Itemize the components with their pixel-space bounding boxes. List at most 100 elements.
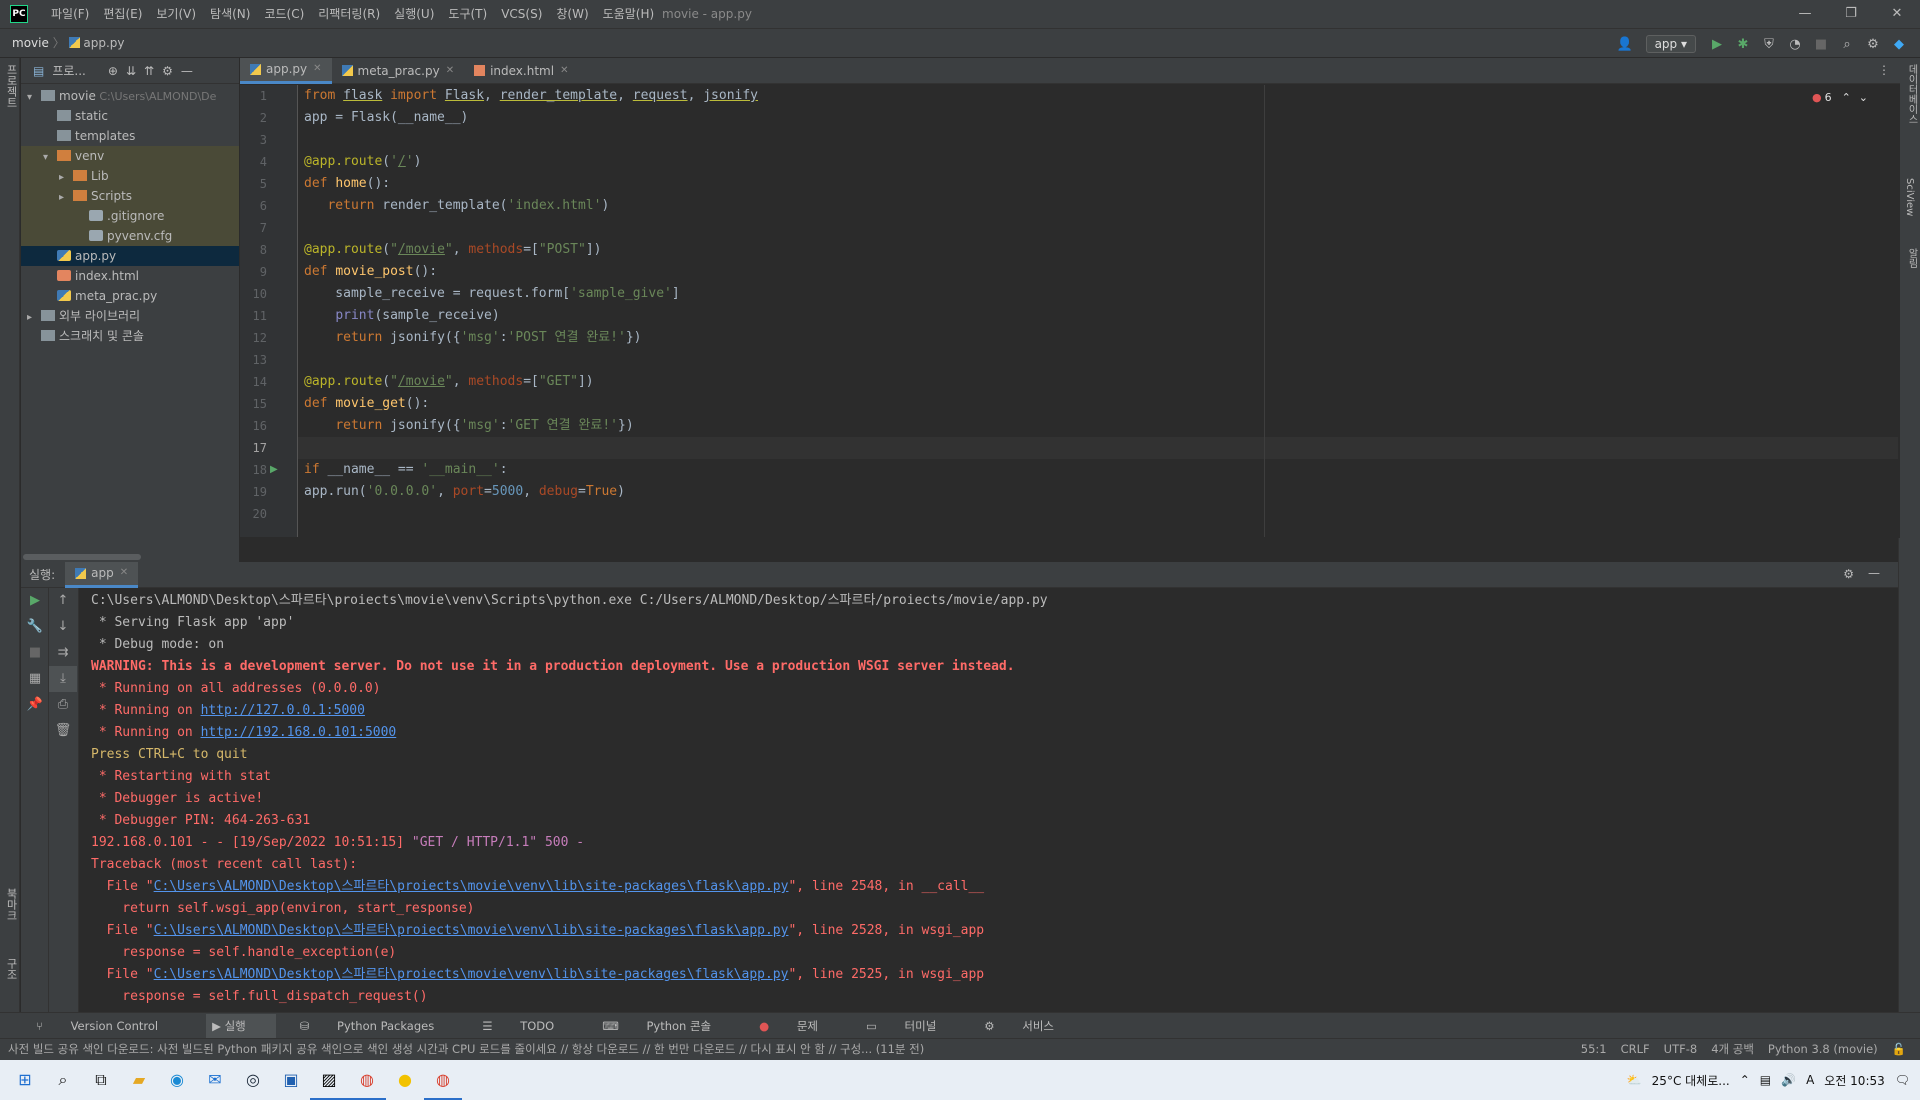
tree-item[interactable]: ▾ venv [21,146,239,166]
bottom-tab[interactable]: ▶ 실행 [206,1013,276,1038]
close-window-button[interactable]: ✕ [1874,0,1920,28]
menu-item[interactable]: 편집(E) [96,0,149,28]
menu-item[interactable]: 파일(F) [44,0,96,28]
run-icon[interactable]: ▶ [1706,37,1728,52]
minimize-button[interactable]: — [1782,0,1828,28]
clock[interactable]: 오전 10:53 [1824,1072,1884,1089]
menu-item[interactable]: 창(W) [549,0,595,28]
chevron-icon[interactable]: ▸ [59,168,73,188]
tree-item[interactable]: pyvenv.cfg [21,226,239,246]
chevron-icon[interactable]: ▸ [59,188,73,208]
arrow-down-icon[interactable]: ↓ [49,614,77,640]
code-view[interactable]: 1 2 3 4 5 6 7 8 9 10 11 12 13 14 15 16 17 18 19 20 ▶ from f… [240,85,1900,537]
chrome-icon[interactable]: ◍ [424,1060,462,1100]
bottom-tab[interactable]: ⚙ 서비스 [984,1018,1078,1034]
chevron-icon[interactable]: ▸ [27,308,41,328]
layout-icon[interactable]: ▦ [21,666,49,692]
menu-item[interactable]: 도구(T) [441,0,494,28]
gear-icon[interactable]: ⚙ [162,64,173,78]
weather-text[interactable]: 25°C 대체로... [1652,1072,1730,1089]
tree-item[interactable]: 스크래치 및 콘솔 [21,326,239,346]
tree-item[interactable]: ▸ Lib [21,166,239,186]
stop-icon[interactable]: ■ [1810,37,1832,52]
remote-desktop-icon[interactable]: ▣ [272,1060,310,1100]
indent-setting[interactable]: 4개 공백 [1711,1039,1754,1060]
bottom-tab[interactable]: ⛁ Python Packages [300,1019,458,1033]
tree-item[interactable]: index.html [21,266,239,286]
tree-item[interactable]: templates [21,126,239,146]
tree-item[interactable]: ▸ Scripts [21,186,239,206]
ime-indicator[interactable]: A [1806,1073,1814,1087]
run-gutter-icon[interactable]: ▶ [270,464,278,475]
scroll-to-end-icon[interactable]: ⤓ [49,666,77,692]
print-icon[interactable]: ⎙ [49,692,77,718]
console-link[interactable]: C:\Users\ALMOND\Desktop\스파르타\proiects\mo… [154,967,789,982]
tree-item[interactable]: ▾ movie C:\Users\ALMOND\De [21,86,239,106]
wrench-icon[interactable]: 🔧 [21,614,49,640]
tree-item[interactable]: meta_prac.py [21,286,239,306]
steam-icon[interactable]: ◎ [234,1060,272,1100]
bottom-tab[interactable]: ▭ 터미널 [866,1018,960,1034]
start-icon[interactable]: ⊞ [6,1060,44,1100]
edge-icon[interactable]: ◉ [158,1060,196,1100]
tree-item[interactable]: ▸ 외부 라이브러리 [21,306,239,326]
close-icon[interactable]: ✕ [446,58,454,84]
editor-tab[interactable]: meta_prac.py ✕ [332,58,465,84]
menu-item[interactable]: 코드(C) [257,0,311,28]
database-tool-tab[interactable]: 데이터베이스 [1904,64,1919,124]
editor-tab[interactable]: app.py ✕ [240,56,332,84]
jetbrains-icon[interactable]: ◆ [1888,37,1910,52]
rerun-icon[interactable]: ▶ [21,588,49,614]
file-explorer-icon[interactable]: ▰ [120,1060,158,1100]
close-icon[interactable]: ✕ [313,56,321,82]
pycharm-taskbar-icon[interactable]: ▨ [310,1060,348,1100]
menu-item[interactable]: 보기(V) [149,0,203,28]
chevron-icon[interactable]: ▾ [43,148,57,168]
lock-icon[interactable]: 🔓 [1892,1039,1906,1060]
chevron-up-icon[interactable]: ⌃ [1740,1073,1750,1087]
close-icon[interactable]: ✕ [560,58,568,84]
notification-icon[interactable]: 🗨 [1895,1073,1910,1087]
menu-item[interactable]: 도움말(H) [596,0,662,28]
console-link[interactable]: C:\Users\ALMOND\Desktop\스파르타\proiects\mo… [154,879,789,894]
tree-item[interactable]: static [21,106,239,126]
menu-item[interactable]: 리팩터링(R) [311,0,387,28]
menu-item[interactable]: VCS(S) [494,0,549,28]
chevron-down-icon[interactable]: ⌄ [1859,91,1868,104]
status-message[interactable]: 사전 빌드 공유 색인 다운로드: 사전 빌드된 Python 패키지 공유 색… [8,1039,924,1060]
tree-item[interactable]: .gitignore [21,206,239,226]
caret-position[interactable]: 55:1 [1581,1039,1607,1060]
bookmarks-tool-tab[interactable]: 북마크 [3,888,19,921]
arrow-up-icon[interactable]: ↑ [49,588,77,614]
search-icon[interactable]: ⌕ [1836,37,1858,52]
line-separator[interactable]: CRLF [1621,1039,1650,1060]
bottom-tab[interactable]: ☰ TODO [482,1019,578,1033]
task-view-icon[interactable]: ⧉ [82,1060,120,1100]
run-config-select[interactable]: app ▾ [1645,35,1696,53]
run-tab-app[interactable]: app ✕ [65,560,139,588]
debug-icon[interactable]: ✱ [1732,37,1754,52]
maximize-button[interactable]: ❐ [1828,0,1874,28]
sciview-tool-tab[interactable]: SciView [1904,178,1915,216]
user-icon[interactable]: 👤 [1614,37,1636,52]
trash-icon[interactable]: 🗑 [49,718,77,744]
chrome-icon[interactable]: ◍ [348,1060,386,1100]
more-tabs-icon[interactable]: ⋮ [1878,63,1890,77]
hide-icon[interactable]: — [181,64,193,78]
console-output[interactable]: C:\Users\ALMOND\Desktop\스파르타\proiects\mo… [91,590,1881,1014]
hide-icon[interactable]: — [1868,566,1880,580]
error-indicator[interactable]: ● 6 ⌃ ⌄ [1812,91,1868,104]
file-encoding[interactable]: UTF-8 [1664,1039,1698,1060]
tree-item[interactable]: app.py [21,246,239,266]
pin-icon[interactable]: 📌 [21,692,49,718]
stop-icon[interactable]: ■ [21,640,49,666]
volume-icon[interactable]: 🔊 [1781,1073,1796,1087]
close-icon[interactable]: ✕ [120,560,128,586]
collapse-all-icon[interactable]: ⇈ [144,64,154,78]
console-link[interactable]: http://127.0.0.1:5000 [201,703,365,718]
chevron-icon[interactable]: ▾ [27,88,41,108]
search-icon[interactable]: ⌕ [44,1060,82,1100]
console-link[interactable]: http://192.168.0.101:5000 [201,725,397,740]
project-panel-title[interactable]: 프로... [52,62,86,79]
locate-icon[interactable]: ⊕ [108,64,118,78]
